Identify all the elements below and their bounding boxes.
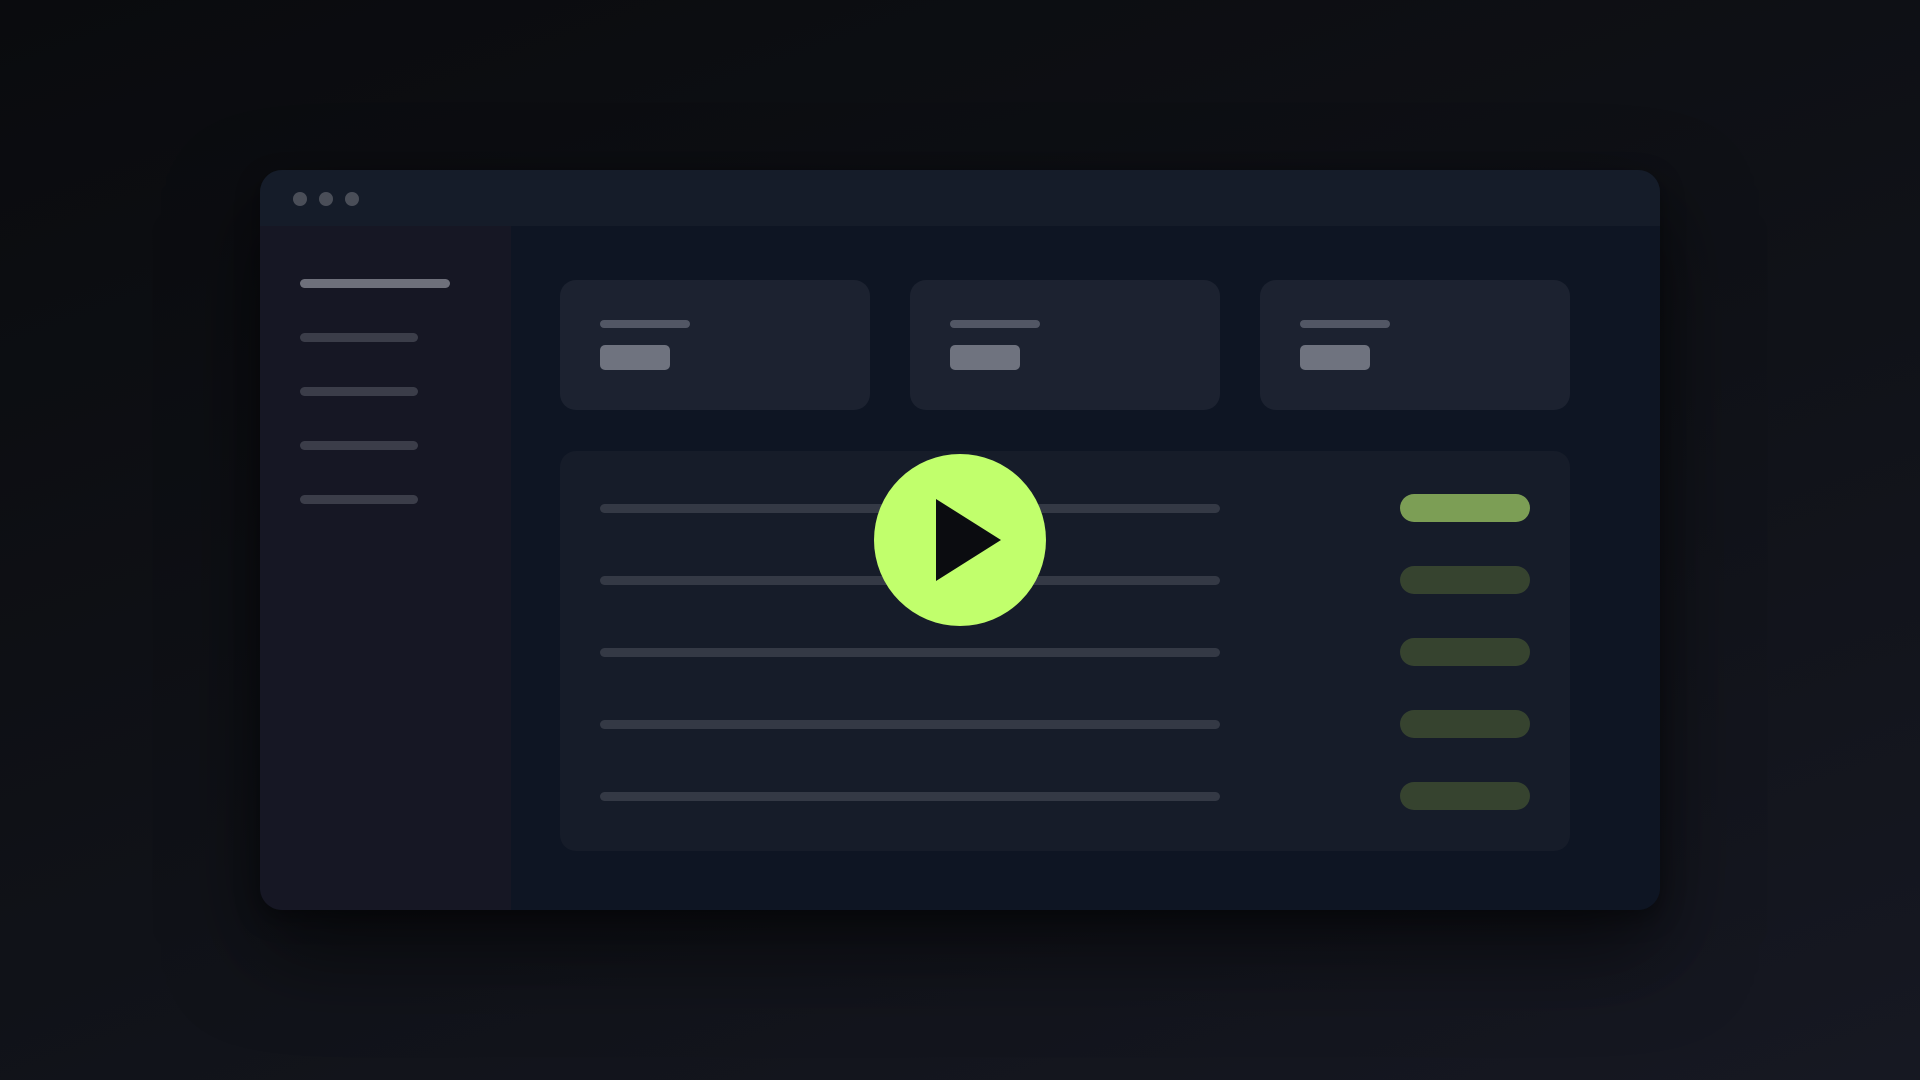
stat-value-placeholder — [950, 345, 1020, 370]
window-dot-icon — [345, 192, 359, 206]
sidebar-item-placeholder — [300, 387, 418, 396]
list-row — [560, 638, 1570, 668]
status-pill — [1400, 638, 1530, 666]
main-content — [511, 226, 1660, 910]
window-titlebar — [260, 170, 1660, 226]
window-dot-icon — [293, 192, 307, 206]
sidebar-item-placeholder — [300, 333, 418, 342]
stat-label-placeholder — [1300, 320, 1390, 328]
sidebar-item-placeholder — [300, 441, 418, 450]
status-pill-highlighted — [1400, 494, 1530, 522]
stat-label-placeholder — [600, 320, 690, 328]
stat-value-placeholder — [1300, 345, 1370, 370]
status-pill — [1400, 566, 1530, 594]
play-button[interactable] — [874, 454, 1046, 626]
status-pill — [1400, 782, 1530, 810]
stat-card — [560, 280, 870, 410]
row-text-placeholder — [600, 648, 1220, 657]
status-pill — [1400, 710, 1530, 738]
stat-card — [1260, 280, 1570, 410]
stat-card — [910, 280, 1220, 410]
sidebar-item-placeholder-active — [300, 279, 450, 288]
list-panel — [560, 451, 1570, 851]
sidebar-item-placeholder — [300, 495, 418, 504]
list-row — [560, 710, 1570, 740]
window-dot-icon — [319, 192, 333, 206]
list-row — [560, 566, 1570, 596]
list-row — [560, 494, 1570, 524]
row-text-placeholder — [600, 720, 1220, 729]
play-icon-triangle — [936, 499, 1001, 581]
row-text-placeholder — [600, 792, 1220, 801]
stat-value-placeholder — [600, 345, 670, 370]
sidebar — [260, 226, 511, 910]
stat-label-placeholder — [950, 320, 1040, 328]
list-row — [560, 782, 1570, 812]
play-icon — [936, 499, 1001, 581]
